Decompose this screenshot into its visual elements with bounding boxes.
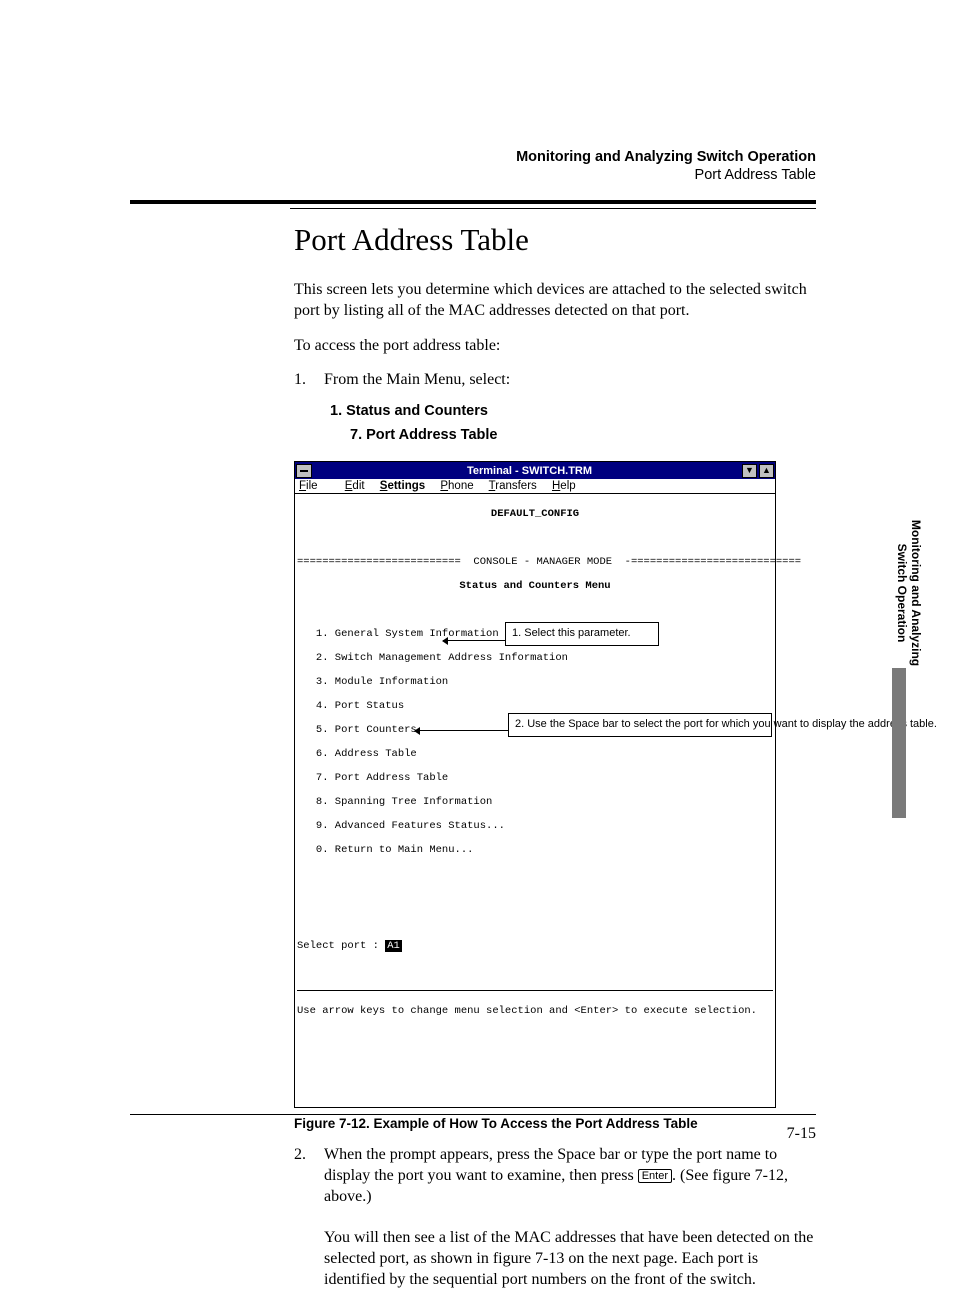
menu-path-2: 7. Port Address Table <box>350 427 816 443</box>
window-title: Terminal - SWITCH.TRM <box>318 465 741 477</box>
menu-item[interactable]: 0. Return to Main Menu... <box>297 844 773 856</box>
maximize-button[interactable]: ▲ <box>759 464 774 478</box>
page-title: Port Address Table <box>294 222 816 258</box>
menu-path-1: 1. Status and Counters <box>330 403 816 419</box>
menu-edit[interactable]: Edit <box>345 480 365 492</box>
running-header: Monitoring and Analyzing Switch Operatio… <box>516 148 816 184</box>
top-rule <box>130 200 816 204</box>
system-menu-icon[interactable] <box>296 464 312 478</box>
minimize-button[interactable]: ▼ <box>742 464 757 478</box>
blank <box>297 916 773 928</box>
titlebar: Terminal - SWITCH.TRM ▼ ▲ <box>295 462 775 479</box>
menu-file[interactable]: File <box>299 480 330 492</box>
mode-line: ========================== CONSOLE - MAN… <box>297 556 773 568</box>
separator <box>297 990 773 991</box>
step-1-num: 1. <box>294 370 324 391</box>
blank <box>297 964 773 976</box>
select-port-row: Select port : A1 <box>297 940 773 952</box>
step-1: 1. From the Main Menu, select: <box>294 370 816 391</box>
menu-item[interactable]: 8. Spanning Tree Information <box>297 796 773 808</box>
step-2-text: When the prompt appears, press the Space… <box>324 1145 816 1291</box>
default-config: DEFAULT_CONFIG <box>297 508 773 520</box>
step-1-text: From the Main Menu, select: <box>324 370 816 391</box>
menu-phone[interactable]: Phone <box>440 480 473 492</box>
figure-caption: Figure 7-12. Example of How To Access th… <box>294 1116 816 1131</box>
menu-item[interactable]: 2. Switch Management Address Information <box>297 652 773 664</box>
port-value[interactable]: A1 <box>385 940 402 952</box>
ordered-list-2: 2. When the prompt appears, press the Sp… <box>294 1145 816 1291</box>
callout-1: 1. Select this parameter. <box>505 622 659 646</box>
running-header-title: Monitoring and Analyzing Switch Operatio… <box>516 148 816 166</box>
ordered-list: 1. From the Main Menu, select: <box>294 370 816 391</box>
side-tab: Monitoring and AnalyzingSwitch Operation <box>872 668 906 818</box>
step-2: 2. When the prompt appears, press the Sp… <box>294 1145 816 1291</box>
menubar: File Edit Settings Phone Transfers Help <box>295 479 775 494</box>
side-tab-text: Monitoring and AnalyzingSwitch Operation <box>894 518 923 668</box>
arrow-1 <box>443 640 505 641</box>
arrow-2 <box>415 730 508 731</box>
content: Port Address Table This screen lets you … <box>294 222 816 1303</box>
callout-2: 2. Use the Space bar to select the port … <box>508 713 772 737</box>
paragraph-3: You will then see a list of the MAC addr… <box>324 1229 813 1288</box>
terminal-body: DEFAULT_CONFIG =========================… <box>295 494 775 1107</box>
menu-item[interactable]: 4. Port Status <box>297 700 773 712</box>
blank <box>297 604 773 616</box>
menu-title: Status and Counters Menu <box>297 580 773 592</box>
menu-item[interactable]: 7. Port Address Table <box>297 772 773 784</box>
enter-key: Enter <box>638 1169 672 1183</box>
blank <box>297 892 773 904</box>
page-number: 7-15 <box>787 1125 816 1143</box>
blank <box>297 868 773 880</box>
lead-paragraph: To access the port address table: <box>294 336 816 357</box>
bottom-rule <box>130 1114 816 1115</box>
menu-help[interactable]: Help <box>552 480 576 492</box>
menu-item[interactable]: 3. Module Information <box>297 676 773 688</box>
step-2-num: 2. <box>294 1145 324 1291</box>
intro-paragraph: This screen lets you determine which dev… <box>294 280 816 322</box>
hint-line: Use arrow keys to change menu selection … <box>297 1005 773 1017</box>
running-header-sub: Port Address Table <box>516 166 816 184</box>
menu-settings[interactable]: Settings <box>380 480 425 492</box>
menu-transfers[interactable]: Transfers <box>489 480 537 492</box>
menu-item[interactable]: 6. Address Table <box>297 748 773 760</box>
menu-item[interactable]: 9. Advanced Features Status... <box>297 820 773 832</box>
terminal-window: Terminal - SWITCH.TRM ▼ ▲ File Edit Sett… <box>294 461 776 1108</box>
blank <box>297 532 773 544</box>
